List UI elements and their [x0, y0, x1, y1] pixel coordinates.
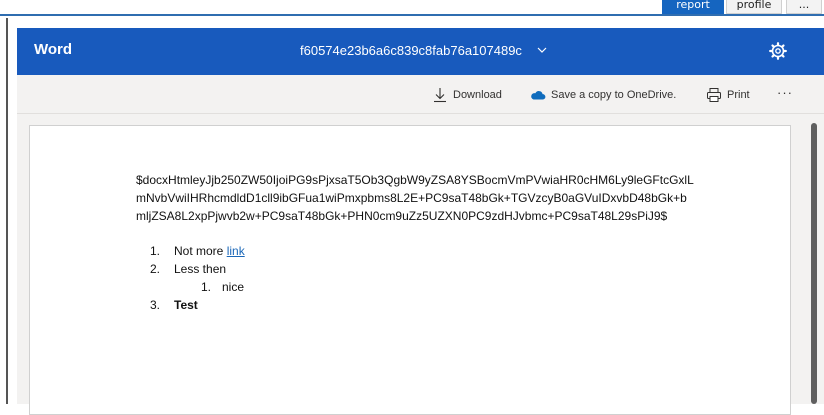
document-page: $docxHtmleyJjb250ZW50IjoiPG9sPjxsaT5Ob3Q… [29, 125, 791, 415]
list-number: 2. [150, 262, 161, 276]
list-number: 1. [201, 280, 212, 294]
list-item-text: nice [222, 280, 245, 294]
more-options-button[interactable]: ··· [777, 84, 793, 100]
printer-icon [706, 87, 722, 103]
list-item: 2. Less then [136, 260, 696, 278]
title-bar: Word f60574e23b6a6c839c8fab76a107489c [17, 28, 824, 75]
profile-button[interactable]: profile [726, 0, 782, 14]
scrollbar-thumb[interactable] [811, 123, 817, 404]
list-item: 1. Not more link [136, 242, 696, 260]
chevron-down-icon[interactable] [537, 45, 547, 58]
save-to-onedrive-button[interactable]: Save a copy to OneDrive. [530, 87, 676, 103]
host-left-border [6, 18, 8, 404]
print-label: Print [727, 89, 750, 101]
link[interactable]: link [227, 244, 245, 258]
document-canvas: $docxHtmleyJjb250ZW50IjoiPG9sPjxsaT5Ob3Q… [17, 114, 807, 415]
list-number: 3. [150, 298, 161, 312]
download-label: Download [453, 89, 502, 101]
gear-icon[interactable] [769, 42, 787, 60]
scrollbar[interactable] [807, 114, 824, 404]
command-bar: Download Save a copy to OneDrive. Print … [17, 75, 824, 114]
save-copy-label: Save a copy to OneDrive. [551, 89, 677, 101]
list-item-text: Test [174, 298, 198, 312]
encoded-paragraph: $docxHtmleyJjb250ZW50IjoiPG9sPjxsaT5Ob3Q… [136, 173, 694, 223]
list-item: 3. Test [136, 296, 696, 314]
host-divider [0, 14, 824, 16]
document-title[interactable]: f60574e23b6a6c839c8fab76a107489c [300, 43, 522, 58]
document-body: $docxHtmleyJjb250ZW50IjoiPG9sPjxsaT5Ob3Q… [136, 171, 696, 314]
list-item-text: Not more [174, 244, 227, 258]
download-button[interactable]: Download [432, 87, 502, 103]
word-viewer: Word f60574e23b6a6c839c8fab76a107489c Do… [17, 28, 824, 415]
download-icon [432, 87, 448, 103]
report-button[interactable]: report [662, 0, 724, 14]
sub-list-item: 1. nice [136, 278, 696, 296]
cloud-icon [530, 87, 546, 103]
print-button[interactable]: Print [706, 87, 750, 103]
numbered-list: 1. Not more link 2. Less then 1. nice 3.… [136, 242, 696, 314]
list-item-text: Less then [174, 262, 227, 276]
list-number: 1. [150, 244, 161, 258]
app-name[interactable]: Word [34, 41, 72, 58]
host-more-button[interactable]: ... [786, 0, 822, 14]
